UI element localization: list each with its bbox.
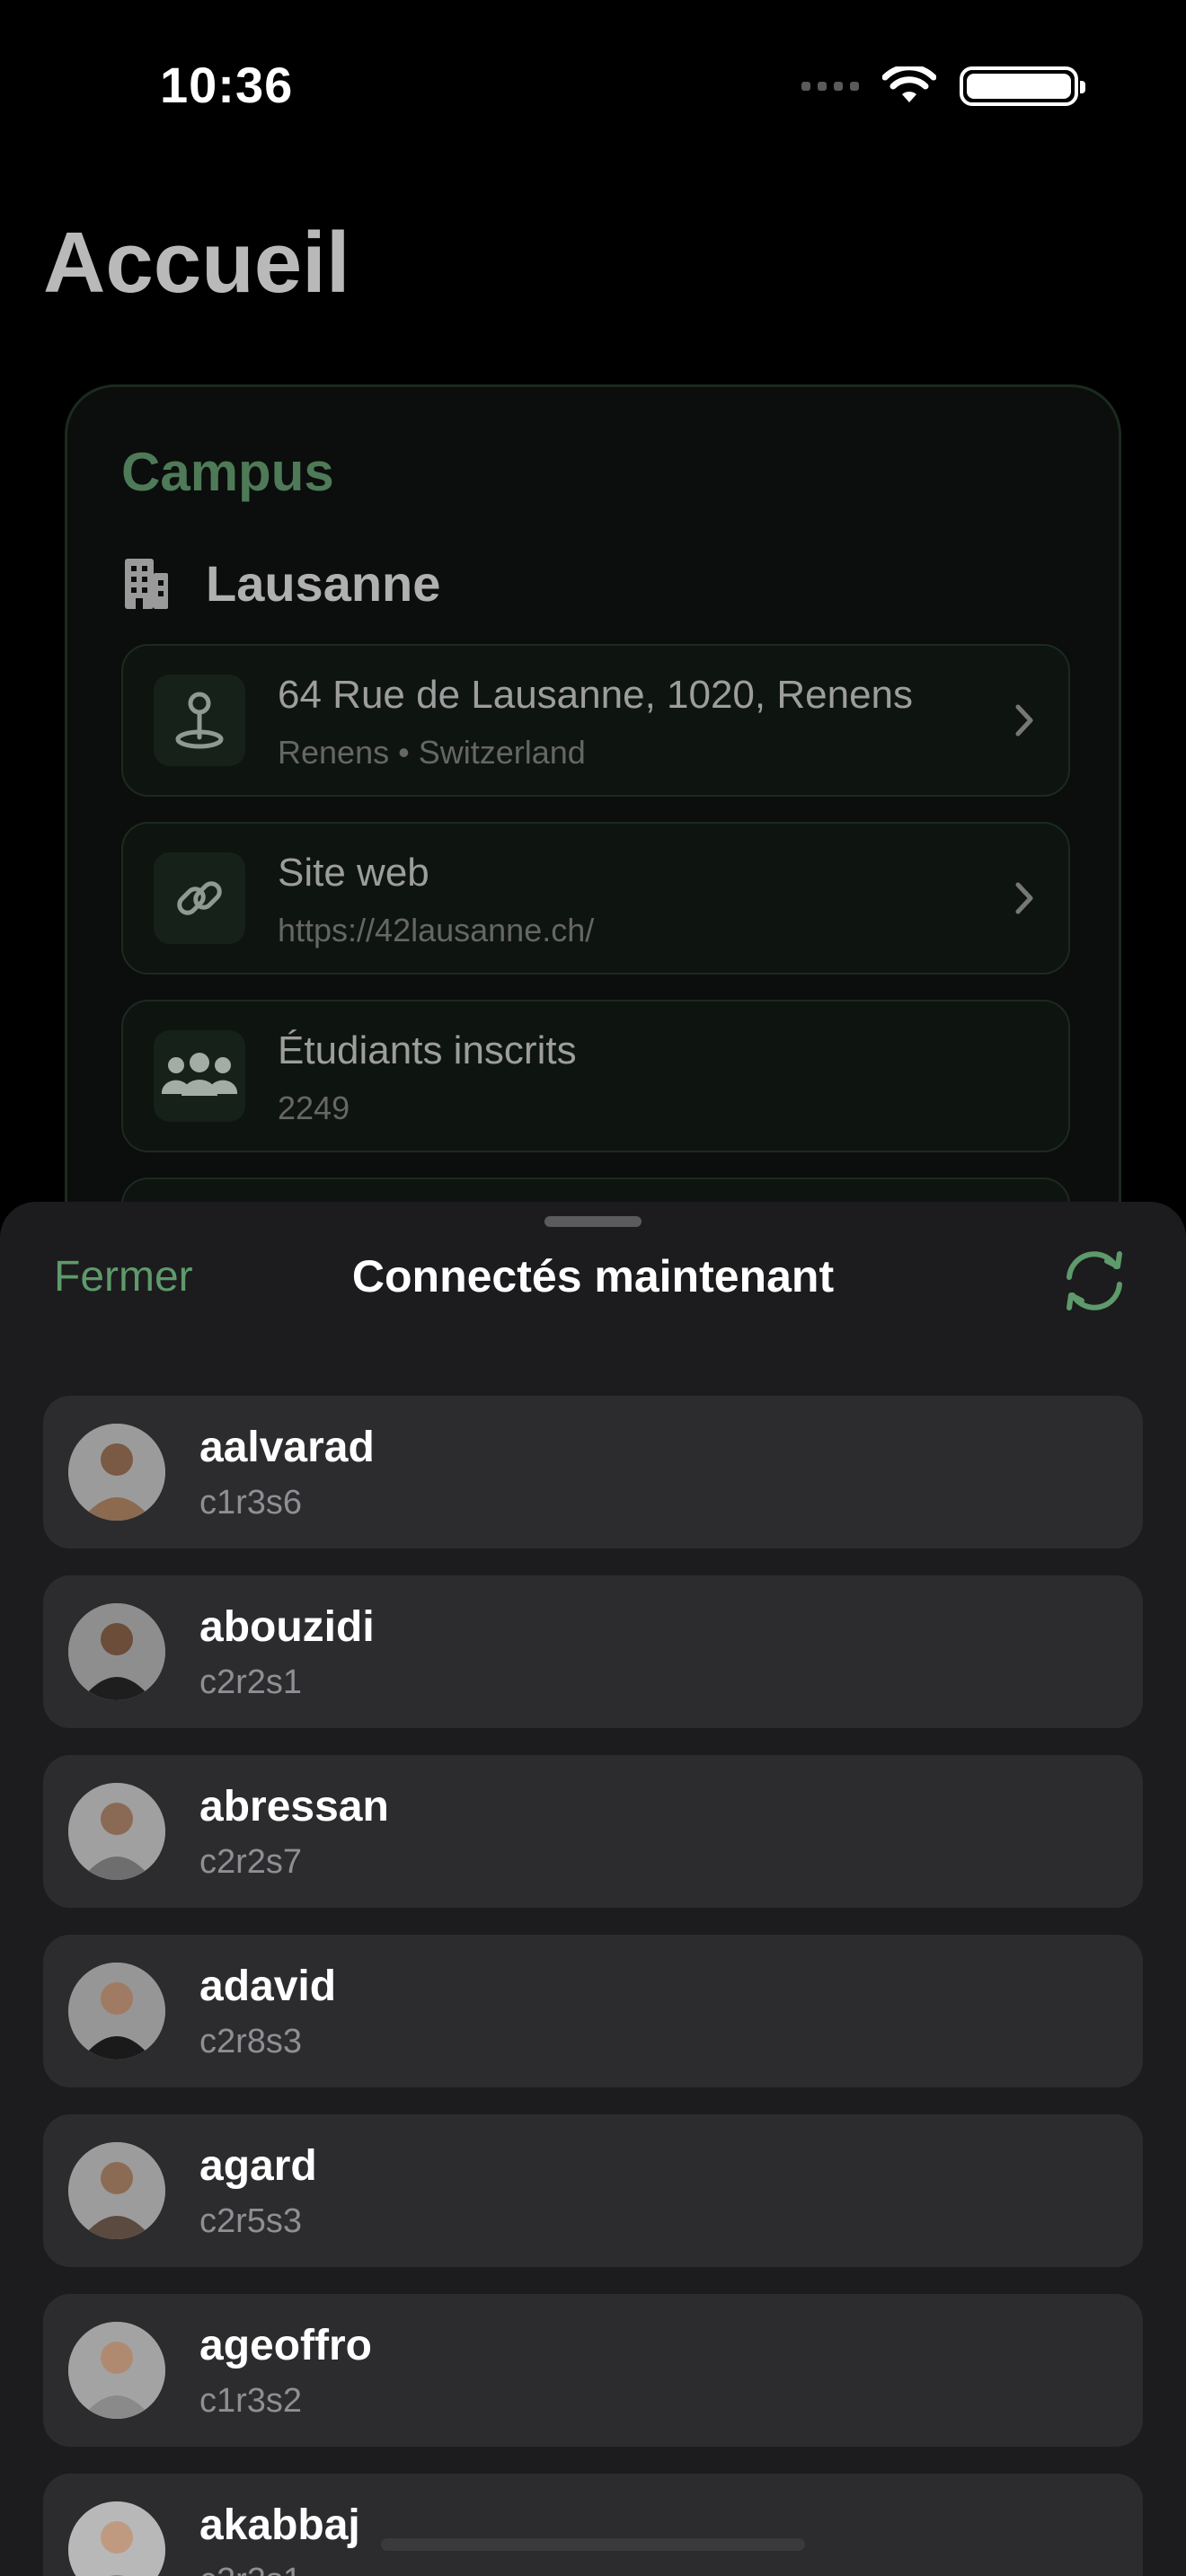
avatar — [68, 2501, 165, 2576]
user-login: akabbaj — [199, 2501, 360, 2549]
students-title: Étudiants inscrits — [278, 1028, 577, 1072]
user-seat: c1r3s6 — [199, 1484, 303, 1522]
user-seat: c2r2s1 — [199, 2562, 302, 2576]
avatar — [68, 1424, 165, 1521]
people-icon — [161, 1053, 238, 1096]
user-card[interactable]: aalvarad c1r3s6 — [43, 1396, 1143, 1548]
user-login: abouzidi — [199, 1603, 375, 1651]
students-row: Étudiants inscrits 2249 — [121, 1000, 1070, 1152]
cellular-icon — [801, 82, 859, 91]
building-icon — [125, 558, 168, 609]
campus-card: Campus Lausanne 64 Rue de Lausanne, 1020… — [65, 384, 1121, 1330]
user-card[interactable]: abressan c2r2s7 — [43, 1755, 1143, 1908]
address-subtitle: Renens • Switzerland — [278, 734, 586, 771]
avatar — [68, 1603, 165, 1700]
user-card[interactable]: akabbaj c2r2s1 — [43, 2474, 1143, 2576]
user-login: agard — [199, 2142, 317, 2190]
students-count: 2249 — [278, 1090, 350, 1126]
home-indicator — [381, 2538, 805, 2551]
status-icons — [801, 66, 1085, 106]
avatar — [68, 2142, 165, 2239]
link-icon — [177, 881, 222, 915]
chevron-right-icon — [1015, 882, 1033, 914]
website-url: https://42lausanne.ch/ — [278, 912, 595, 948]
website-title: Site web — [278, 851, 429, 895]
user-card[interactable]: adavid c2r8s3 — [43, 1935, 1143, 2087]
sheet-grabber[interactable] — [544, 1216, 642, 1227]
refresh-icon[interactable] — [1057, 1243, 1132, 1319]
campus-label: Campus — [121, 442, 334, 502]
user-login: abressan — [199, 1783, 389, 1831]
user-seat: c1r3s2 — [199, 2382, 303, 2420]
user-seat: c2r2s7 — [199, 1843, 303, 1881]
user-login: ageoffro — [199, 2322, 372, 2369]
user-login: aalvarad — [199, 1424, 375, 1471]
battery-icon — [960, 66, 1085, 106]
map-pin-icon — [175, 692, 224, 749]
user-card[interactable]: ageoffro c1r3s2 — [43, 2294, 1143, 2447]
wifi-icon — [882, 66, 936, 102]
website-row[interactable]: Site web https://42lausanne.ch/ — [121, 822, 1070, 975]
campus-name: Lausanne — [206, 555, 441, 612]
avatar — [68, 2322, 165, 2419]
user-seat: c2r8s3 — [199, 2023, 303, 2060]
connected-users-sheet: Fermer Connectés maintenant aalvarad c1r… — [0, 1202, 1186, 2576]
avatar — [68, 1783, 165, 1880]
address-title: 64 Rue de Lausanne, 1020, Renens — [278, 673, 914, 717]
user-seat: c2r5s3 — [199, 2202, 303, 2240]
user-card[interactable]: agard c2r5s3 — [43, 2114, 1143, 2267]
avatar — [68, 1963, 165, 2060]
page-title: Accueil — [43, 215, 350, 311]
campus-name-row: Lausanne — [123, 554, 440, 613]
address-row[interactable]: 64 Rue de Lausanne, 1020, Renens Renens … — [121, 644, 1070, 797]
sheet-title: Connectés maintenant — [351, 1251, 835, 1301]
user-seat: c2r2s1 — [199, 1663, 303, 1701]
user-login: adavid — [199, 1963, 337, 2010]
status-time: 10:36 — [160, 57, 294, 113]
user-card[interactable]: abouzidi c2r2s1 — [43, 1575, 1143, 1728]
chevron-right-icon — [1015, 704, 1033, 737]
